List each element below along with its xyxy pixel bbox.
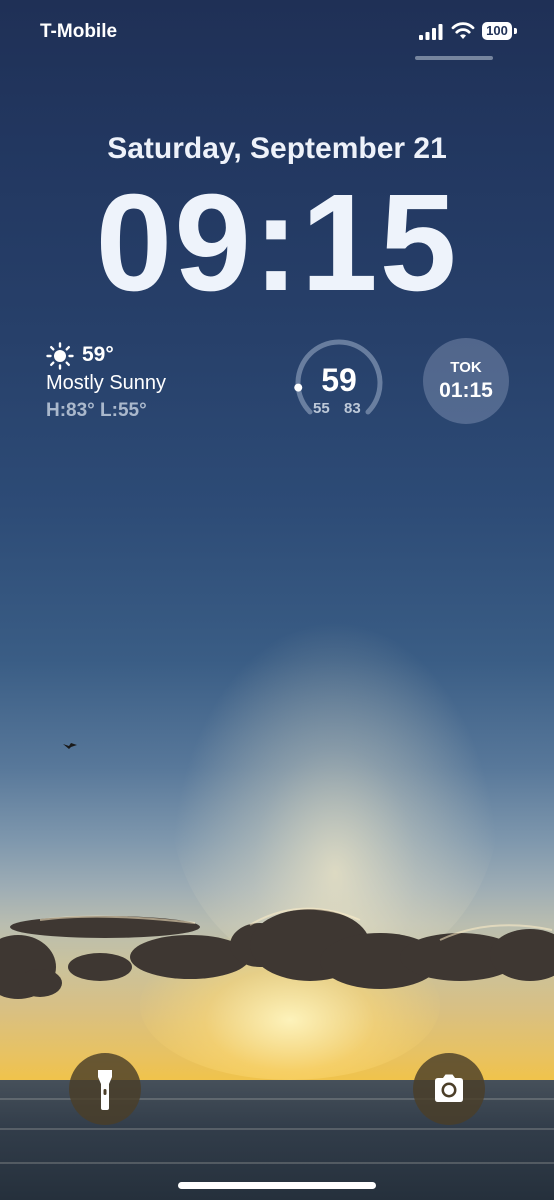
weather-high-low: H:83° L:55° <box>46 400 147 421</box>
control-center-hint[interactable] <box>415 56 493 60</box>
wave-line <box>0 1162 554 1164</box>
carrier-name: T-Mobile <box>40 21 118 42</box>
gauge-max-value: 83 <box>344 400 361 417</box>
lock-screen: T-Mobile 100 Saturday, September 21 09:1… <box>0 0 554 1200</box>
lock-date: Saturday, September 21 <box>107 132 447 165</box>
bird-silhouette <box>63 743 77 749</box>
gauge-current-value: 59 <box>321 362 357 398</box>
wallpaper-clouds <box>0 907 554 999</box>
world-clock-time: 01:15 <box>439 379 493 402</box>
signal-bars-icon <box>419 24 443 40</box>
world-clock-city: TOK <box>450 359 482 376</box>
wifi-icon <box>451 22 475 39</box>
sun-icon <box>46 342 74 370</box>
status-bar: T-Mobile 100 <box>0 0 554 70</box>
battery-icon: 100 <box>482 22 518 40</box>
wave-line <box>0 1128 554 1130</box>
gauge-min-value: 55 <box>313 400 330 417</box>
home-indicator[interactable] <box>178 1182 376 1189</box>
battery-level: 100 <box>482 22 512 40</box>
weather-temperature: 59° <box>82 343 114 366</box>
camera-button[interactable] <box>413 1053 485 1125</box>
flashlight-button[interactable] <box>69 1053 141 1125</box>
battery-tip <box>514 28 517 34</box>
weather-widget[interactable]: 59° Mostly Sunny H:83° L:55° <box>46 340 266 430</box>
camera-icon <box>435 1074 463 1102</box>
temperature-gauge-widget[interactable]: 59 55 83 <box>294 338 384 428</box>
world-clock-widget[interactable]: TOK 01:15 <box>423 338 509 424</box>
flashlight-icon <box>98 1070 112 1110</box>
weather-condition: Mostly Sunny <box>46 372 167 394</box>
lock-time[interactable]: 09:15 <box>0 168 554 318</box>
